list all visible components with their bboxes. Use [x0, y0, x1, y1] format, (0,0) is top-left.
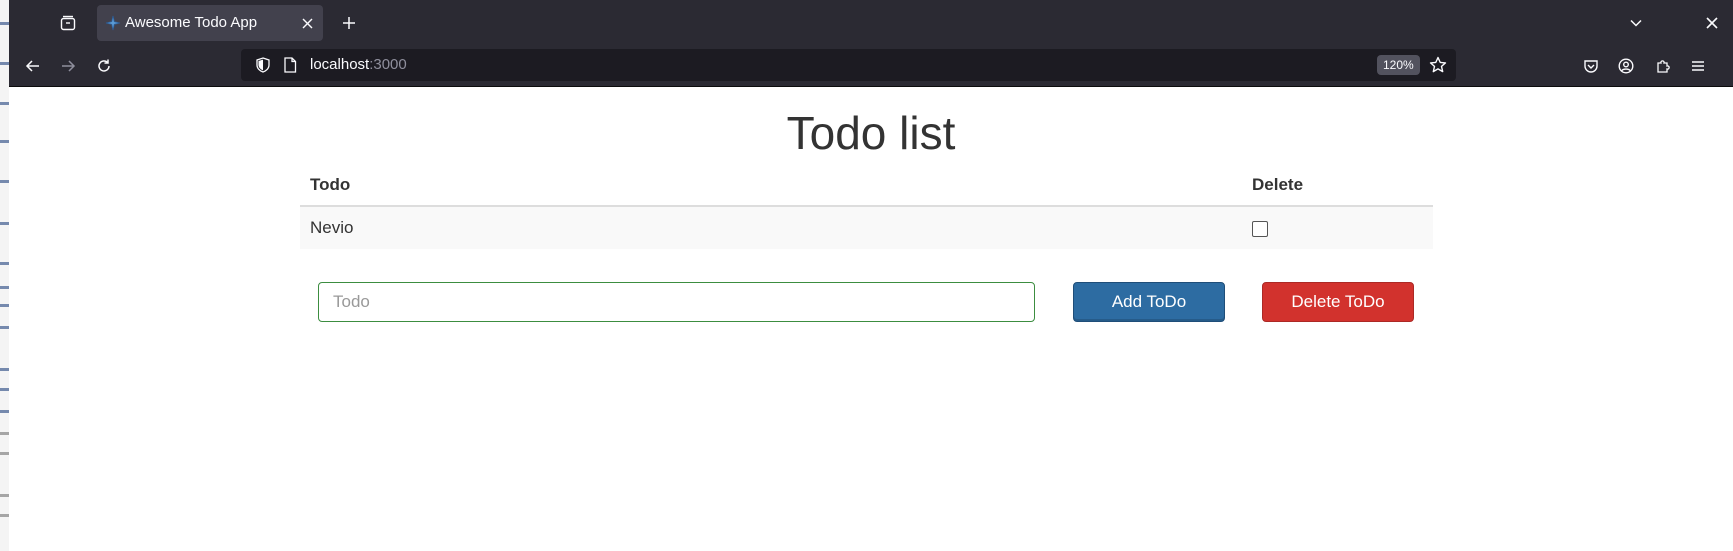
navigation-toolbar: localhost:3000 120%	[9, 46, 1733, 87]
delete-todo-button[interactable]: Delete ToDo	[1262, 282, 1414, 322]
forward-button[interactable]	[54, 52, 82, 80]
todo-input[interactable]	[318, 282, 1035, 322]
window-close-button[interactable]	[1699, 10, 1725, 36]
url-host: localhost	[310, 56, 370, 73]
forward-icon	[62, 60, 76, 72]
pocket-icon	[1584, 60, 1598, 73]
star-icon[interactable]	[1429, 56, 1447, 74]
page-content: Todo list Todo Delete Nevio Add ToDo Del…	[9, 87, 1733, 551]
add-todo-button[interactable]: Add ToDo	[1073, 282, 1225, 322]
extensions-button[interactable]	[1649, 52, 1677, 80]
menu-icon	[1692, 61, 1704, 71]
page-icon	[284, 57, 297, 73]
tab-close-button[interactable]	[297, 13, 317, 33]
new-tab-button[interactable]	[336, 10, 362, 36]
reload-button[interactable]	[90, 52, 118, 80]
shield-icon	[256, 57, 270, 73]
page-title: Todo list	[786, 107, 956, 159]
delete-cell	[1242, 205, 1433, 249]
pocket-button[interactable]	[1577, 52, 1605, 80]
back-icon	[25, 60, 39, 72]
delete-checkbox[interactable]	[1252, 220, 1268, 237]
tab-overview-icon	[60, 15, 76, 31]
background-desktop-strip	[0, 0, 9, 551]
back-button[interactable]	[19, 52, 47, 80]
chevron-down-icon	[1630, 19, 1642, 27]
address-bar[interactable]: localhost:3000 120%	[241, 49, 1456, 81]
close-icon	[302, 18, 312, 28]
close-icon	[1706, 17, 1718, 29]
account-icon	[1618, 58, 1634, 74]
tab-bar: Awesome Todo App	[9, 0, 1733, 46]
tab-overview-button[interactable]	[55, 10, 81, 36]
zoom-level-badge[interactable]: 120%	[1377, 55, 1420, 75]
column-header-delete: Delete	[1242, 165, 1433, 207]
list-all-tabs-button[interactable]	[1623, 10, 1649, 36]
column-header-todo: Todo	[300, 165, 1242, 207]
tab-active[interactable]: Awesome Todo App	[97, 5, 323, 41]
url-text: localhost:3000	[310, 49, 407, 81]
table-header-row: Todo Delete	[300, 165, 1433, 207]
browser-window: Awesome Todo App localhost:3000 120% Tod…	[9, 0, 1733, 551]
favicon-icon	[105, 15, 121, 31]
tab-title: Awesome Todo App	[125, 14, 258, 31]
reload-icon	[98, 59, 110, 72]
menu-button[interactable]	[1684, 52, 1712, 80]
extensions-icon	[1657, 60, 1670, 73]
todo-table: Todo Delete Nevio	[300, 165, 1433, 249]
account-button[interactable]	[1612, 52, 1640, 80]
url-port: :3000	[369, 56, 407, 73]
todo-text: Nevio	[300, 205, 1242, 249]
table-row: Nevio	[300, 205, 1433, 249]
plus-icon	[343, 17, 355, 29]
